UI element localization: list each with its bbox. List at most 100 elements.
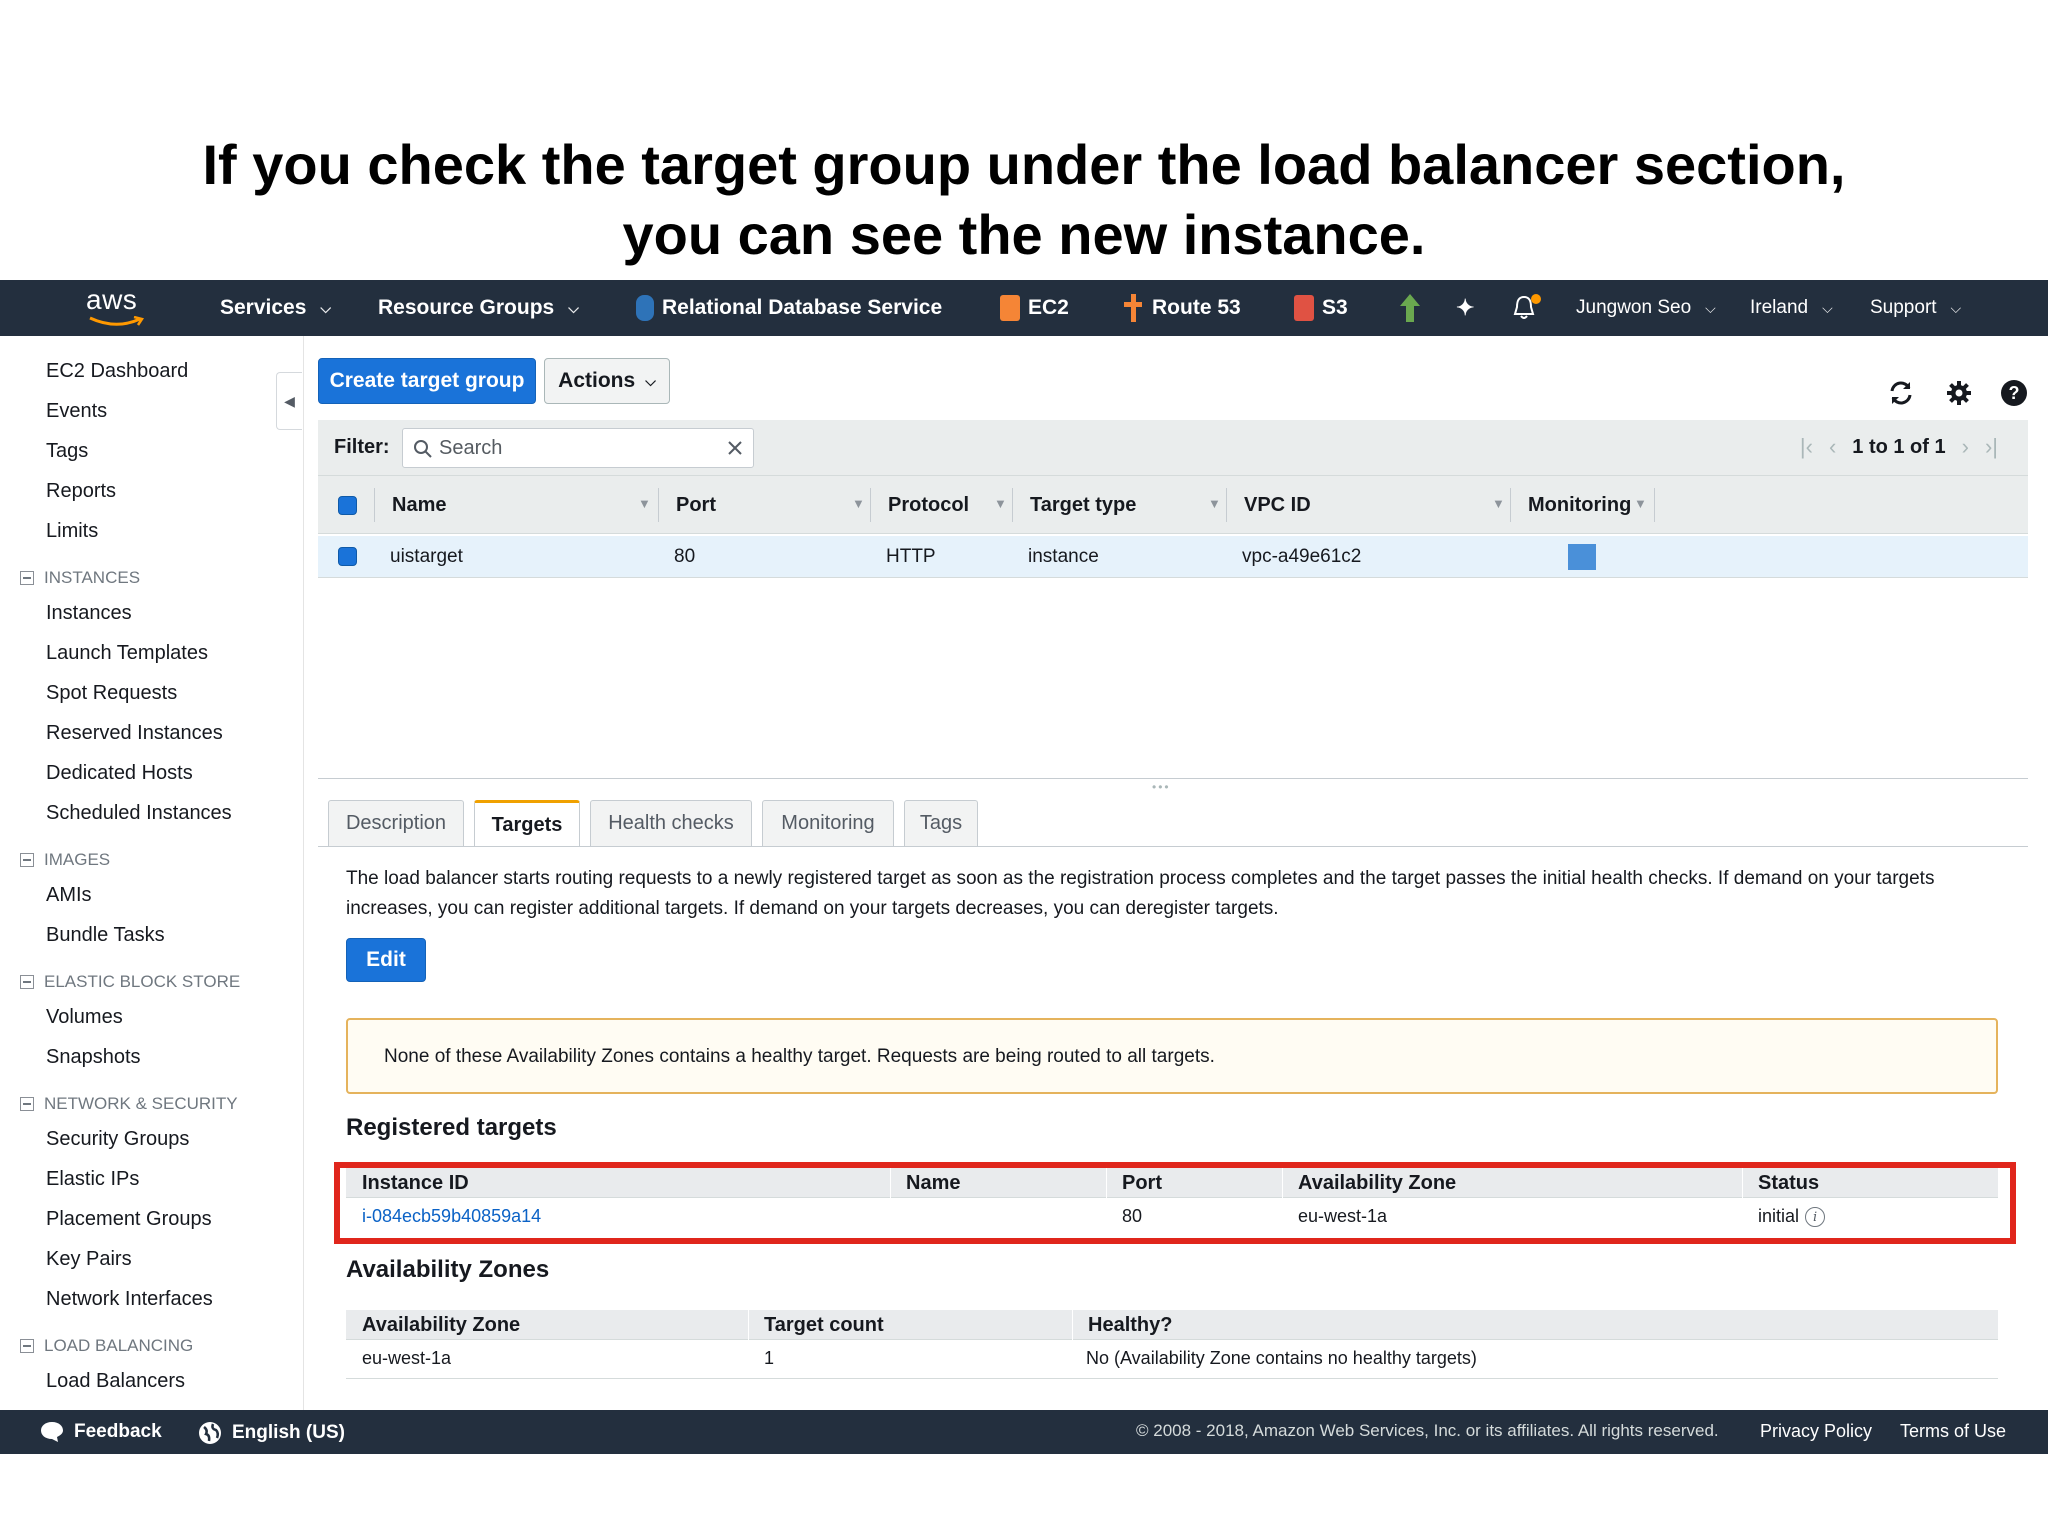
services-menu[interactable]: Services ⌵ — [220, 280, 331, 336]
sidebar-item-limits[interactable]: Limits — [46, 520, 98, 543]
column-header-port[interactable]: Port — [676, 494, 716, 517]
top-nav: aws Services ⌵ Resource Groups ⌵ Relatio… — [0, 280, 2048, 336]
sidebar-item-spot-requests[interactable]: Spot Requests — [46, 682, 177, 705]
tab-targets[interactable]: Targets — [474, 800, 580, 847]
cell-port: 80 — [674, 546, 696, 567]
sidebar-item-events[interactable]: Events — [46, 400, 107, 423]
sort-icon[interactable]: ▼ — [994, 496, 1007, 511]
tab-description[interactable]: Description — [328, 800, 464, 846]
prev-page-icon[interactable]: ‹ — [1829, 434, 1836, 460]
column-header-target-count[interactable]: Target count — [764, 1314, 884, 1337]
first-page-icon[interactable]: |‹ — [1800, 434, 1813, 460]
clear-search-icon[interactable] — [727, 440, 743, 456]
shortcut-s3[interactable]: S3 — [1294, 280, 1348, 336]
sort-icon[interactable]: ▼ — [638, 496, 651, 511]
tab-tags[interactable]: Tags — [904, 800, 978, 846]
sidebar-item-placement-groups[interactable]: Placement Groups — [46, 1208, 212, 1231]
region-name: Ireland — [1750, 297, 1809, 318]
next-page-icon[interactable]: › — [1962, 434, 1969, 460]
sidebar-section-network[interactable]: NETWORK & SECURITY — [20, 1094, 238, 1114]
search-box[interactable] — [402, 428, 754, 468]
sort-icon[interactable]: ▼ — [1208, 496, 1221, 511]
sidebar-section-title: ELASTIC BLOCK STORE — [44, 972, 241, 991]
chevron-down-icon: ⌵ — [645, 372, 656, 389]
sidebar-item-instances[interactable]: Instances — [46, 602, 132, 625]
edit-button[interactable]: Edit — [346, 938, 426, 982]
sidebar-item-scheduled-instances[interactable]: Scheduled Instances — [46, 802, 232, 825]
slide: If you check the target group under the … — [0, 0, 2048, 1536]
sidebar-item-security-groups[interactable]: Security Groups — [46, 1128, 189, 1151]
language-selector[interactable]: English (US) — [198, 1421, 345, 1445]
cell-target-type: instance — [1028, 546, 1099, 567]
support-menu[interactable]: Support ⌵ — [1870, 280, 1961, 336]
create-target-group-button[interactable]: Create target group — [318, 358, 536, 404]
sidebar-collapse-button[interactable]: ◀ — [276, 372, 302, 430]
sidebar-item-network-interfaces[interactable]: Network Interfaces — [46, 1288, 213, 1311]
sidebar-section-title: NETWORK & SECURITY — [44, 1094, 238, 1113]
cell-name: uistarget — [390, 546, 463, 567]
feedback-link[interactable]: Feedback — [40, 1421, 162, 1443]
terms-of-use-link[interactable]: Terms of Use — [1900, 1421, 2006, 1442]
sidebar-item-tags[interactable]: Tags — [46, 440, 88, 463]
help-button[interactable]: ? — [1999, 378, 2029, 408]
column-divider — [870, 488, 871, 522]
aws-logo-text: aws — [86, 284, 138, 315]
region-menu[interactable]: Ireland ⌵ — [1750, 280, 1833, 336]
sidebar-item-reports[interactable]: Reports — [46, 480, 116, 503]
sidebar-item-volumes[interactable]: Volumes — [46, 1006, 123, 1029]
sidebar-item-snapshots[interactable]: Snapshots — [46, 1046, 141, 1069]
tab-monitoring[interactable]: Monitoring — [762, 800, 894, 846]
sidebar-item-ec2-dashboard[interactable]: EC2 Dashboard — [46, 360, 188, 383]
collapse-icon — [20, 1339, 34, 1353]
monitoring-icon[interactable] — [1568, 544, 1596, 570]
sidebar-item-load-balancers[interactable]: Load Balancers — [46, 1370, 185, 1393]
sort-icon[interactable]: ▼ — [852, 496, 865, 511]
settings-button[interactable] — [1944, 378, 1974, 408]
sidebar-section-images[interactable]: IMAGES — [20, 850, 110, 870]
panel-divider[interactable] — [318, 778, 2028, 779]
column-header-healthy[interactable]: Healthy? — [1088, 1314, 1172, 1337]
shortcut-route53[interactable]: Route 53 — [1122, 280, 1241, 336]
last-page-icon[interactable]: ›| — [1985, 434, 1998, 460]
column-header-monitoring[interactable]: Monitoring — [1528, 494, 1631, 517]
column-header-availability-zone[interactable]: Availability Zone — [362, 1314, 520, 1337]
row-checkbox[interactable] — [338, 547, 357, 566]
cell-vpc-id: vpc-a49e61c2 — [1242, 546, 1362, 567]
sidebar-section-ebs[interactable]: ELASTIC BLOCK STORE — [20, 972, 240, 992]
sort-icon[interactable]: ▼ — [1634, 496, 1647, 511]
user-menu[interactable]: Jungwon Seo ⌵ — [1576, 280, 1716, 336]
sidebar-section-load-balancing[interactable]: LOAD BALANCING — [20, 1336, 193, 1356]
column-header-protocol[interactable]: Protocol — [888, 494, 969, 517]
sidebar-item-launch-templates[interactable]: Launch Templates — [46, 642, 208, 665]
pin-button[interactable]: ✦ — [1456, 280, 1474, 336]
sidebar-item-key-pairs[interactable]: Key Pairs — [46, 1248, 132, 1271]
column-divider — [658, 488, 659, 522]
sidebar-item-reserved-instances[interactable]: Reserved Instances — [46, 722, 223, 745]
shortcut-rds[interactable]: Relational Database Service — [636, 280, 942, 336]
search-input[interactable] — [439, 435, 709, 461]
actions-button[interactable]: Actions ⌵ — [544, 358, 670, 404]
sidebar-item-dedicated-hosts[interactable]: Dedicated Hosts — [46, 762, 193, 785]
sort-icon[interactable]: ▼ — [1492, 496, 1505, 511]
privacy-policy-link[interactable]: Privacy Policy — [1760, 1421, 1872, 1442]
caption-line-2: you can see the new instance. — [622, 203, 1426, 266]
select-all-checkbox[interactable] — [338, 496, 357, 515]
column-header-vpc-id[interactable]: VPC ID — [1244, 494, 1311, 517]
column-header-name[interactable]: Name — [392, 494, 446, 517]
sidebar-item-amis[interactable]: AMIs — [46, 884, 92, 907]
feedback-label: Feedback — [74, 1421, 162, 1442]
refresh-button[interactable] — [1886, 378, 1916, 408]
aws-logo[interactable]: aws — [86, 284, 146, 330]
tab-health-checks[interactable]: Health checks — [590, 800, 752, 846]
sidebar-section-instances[interactable]: INSTANCES — [20, 568, 140, 588]
notifications-button[interactable] — [1512, 280, 1542, 336]
table-row[interactable]: uistarget 80 HTTP instance vpc-a49e61c2 — [318, 536, 2028, 578]
resize-handle-icon[interactable]: ••• — [1152, 780, 1171, 794]
sidebar-item-elastic-ips[interactable]: Elastic IPs — [46, 1168, 139, 1191]
shortcut-beanstalk[interactable] — [1398, 280, 1422, 336]
search-icon — [414, 440, 432, 458]
sidebar-item-bundle-tasks[interactable]: Bundle Tasks — [46, 924, 165, 947]
shortcut-ec2[interactable]: EC2 — [1000, 280, 1069, 336]
column-header-target-type[interactable]: Target type — [1030, 494, 1136, 517]
resource-groups-menu[interactable]: Resource Groups ⌵ — [378, 280, 579, 336]
